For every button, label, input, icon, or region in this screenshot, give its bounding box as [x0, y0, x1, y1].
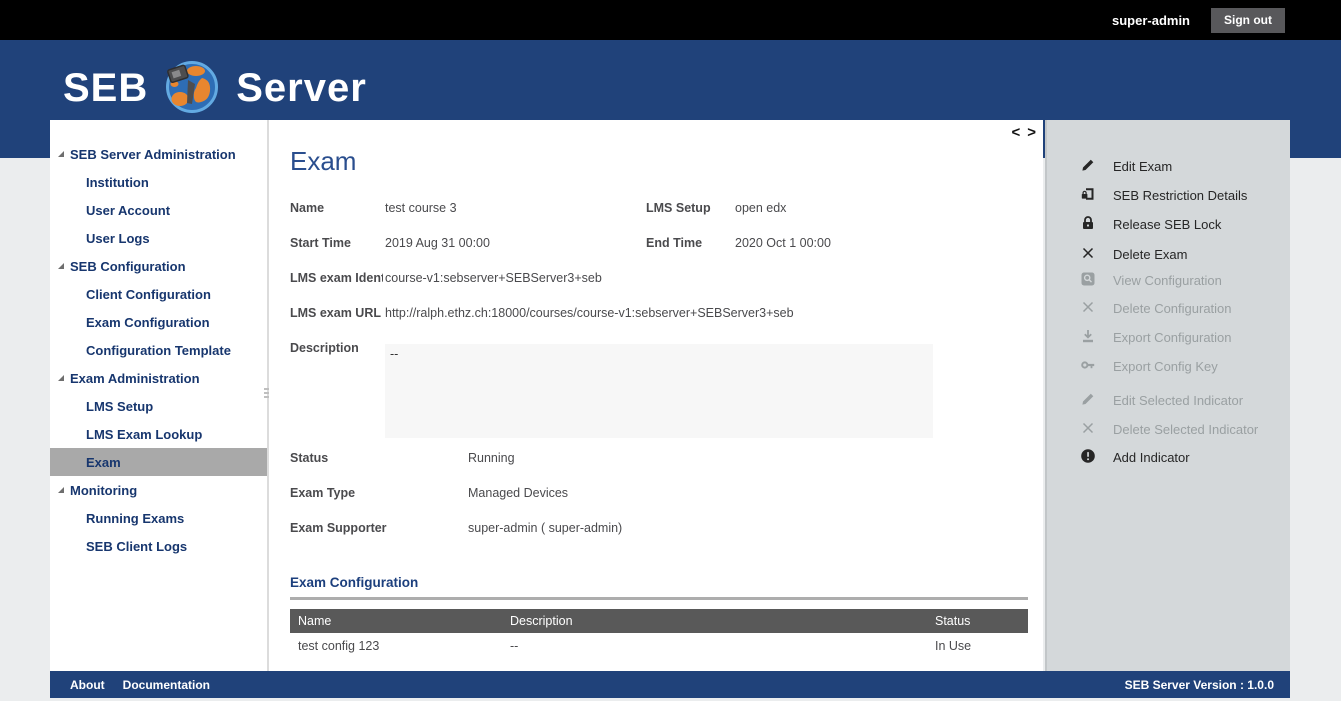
logo-text-seb: SEB: [63, 68, 148, 108]
sidebar-item-seb-server-administration[interactable]: SEB Server Administration: [50, 140, 267, 168]
sidebar-item-monitoring[interactable]: Monitoring: [50, 476, 267, 504]
config-table-header: Name Description Status: [290, 609, 1028, 633]
view-configuration-action: View Configuration: [1047, 266, 1290, 294]
name-value: test course 3: [385, 201, 457, 215]
globe-projector-icon: [164, 58, 220, 119]
lms-exam-identifier-label: LMS exam Identifier: [290, 271, 383, 285]
documentation-link[interactable]: Documentation: [123, 678, 210, 692]
column-header-description: Description: [510, 609, 573, 633]
version-text: SEB Server Version : 1.0.0: [1125, 678, 1274, 692]
config-description-cell: --: [510, 633, 518, 659]
sidebar-item-user-account[interactable]: User Account: [50, 196, 267, 224]
exam-supporter-value: super-admin ( super-admin): [468, 521, 622, 535]
edit-exam-action[interactable]: Edit Exam: [1047, 152, 1290, 180]
status-value: Running: [468, 451, 515, 465]
config-name-cell: test config 123: [298, 633, 379, 659]
lms-exam-url-label: LMS exam URL: [290, 306, 383, 320]
sign-out-button[interactable]: Sign out: [1211, 8, 1285, 33]
start-time-label: Start Time: [290, 236, 351, 250]
sidebar-item-client-configuration[interactable]: Client Configuration: [50, 280, 267, 308]
pencil-icon: [1080, 391, 1096, 410]
tree-expand-icon[interactable]: [58, 151, 64, 157]
lms-exam-identifier-value: course-v1:sebserver+SEBServer3+seb: [385, 271, 602, 285]
lock-icon: [1080, 215, 1096, 234]
exam-supporter-label: Exam Supporter: [290, 521, 387, 535]
sidebar-item-seb-configuration[interactable]: SEB Configuration: [50, 252, 267, 280]
export-config-key-action: Export Config Key: [1047, 352, 1290, 380]
sidebar-item-running-exams[interactable]: Running Exams: [50, 504, 267, 532]
seb-restriction-details-action[interactable]: SEB Restriction Details: [1047, 181, 1290, 209]
sidebar-item-lms-exam-lookup[interactable]: LMS Exam Lookup: [50, 420, 267, 448]
lms-exam-url-value: http://ralph.ethz.ch:18000/courses/cours…: [385, 306, 794, 320]
status-label: Status: [290, 451, 328, 465]
delete-selected-indicator-action: Delete Selected Indicator: [1047, 415, 1290, 443]
sidebar-item-configuration-template[interactable]: Configuration Template: [50, 336, 267, 364]
tree-expand-icon[interactable]: [58, 263, 64, 269]
top-bar: super-admin Sign out: [0, 0, 1341, 40]
about-link[interactable]: About: [70, 678, 105, 692]
x-icon: [1080, 245, 1096, 264]
sidebar-item-exam[interactable]: Exam: [50, 448, 267, 476]
column-header-name: Name: [298, 609, 331, 633]
x-icon: [1080, 420, 1096, 439]
release-seb-lock-action[interactable]: Release SEB Lock: [1047, 210, 1290, 238]
x-icon: [1080, 299, 1096, 318]
sidebar-item-exam-configuration[interactable]: Exam Configuration: [50, 308, 267, 336]
description-label: Description: [290, 341, 359, 355]
tree-expand-icon[interactable]: [58, 375, 64, 381]
page-navigation: < >: [1011, 125, 1036, 140]
section-divider: [290, 597, 1028, 600]
end-time-label: End Time: [646, 236, 702, 250]
config-status-cell: In Use: [935, 633, 971, 659]
start-time-value: 2019 Aug 31 00:00: [385, 236, 490, 250]
key-icon: [1080, 357, 1096, 376]
column-header-status: Status: [935, 609, 970, 633]
page-back-icon[interactable]: <: [1011, 125, 1020, 140]
download-icon: [1080, 328, 1096, 347]
restriction-lock-icon: [1080, 186, 1096, 205]
exam-type-value: Managed Devices: [468, 486, 568, 500]
edit-selected-indicator-action: Edit Selected Indicator: [1047, 386, 1290, 414]
sidebar-item-lms-setup[interactable]: LMS Setup: [50, 392, 267, 420]
exclamation-circle-icon: [1080, 448, 1096, 467]
magnifier-icon: [1080, 271, 1096, 290]
exam-configuration-heading: Exam Configuration: [290, 575, 418, 590]
delete-configuration-action: Delete Configuration: [1047, 294, 1290, 322]
export-configuration-action: Export Configuration: [1047, 323, 1290, 351]
page-forward-icon[interactable]: >: [1027, 125, 1036, 140]
lms-setup-label: LMS Setup: [646, 201, 711, 215]
footer-bar: About Documentation SEB Server Version :…: [50, 671, 1290, 698]
exam-type-label: Exam Type: [290, 486, 355, 500]
action-panel: Edit Exam SEB Restriction Details Releas…: [1045, 120, 1290, 671]
name-label: Name: [290, 201, 324, 215]
sidebar-item-exam-administration[interactable]: Exam Administration: [50, 364, 267, 392]
pencil-icon: [1080, 157, 1096, 176]
add-indicator-action[interactable]: Add Indicator: [1047, 443, 1290, 471]
sidebar-item-institution[interactable]: Institution: [50, 168, 267, 196]
exam-detail-panel: < > Exam Name test course 3 LMS Setup op…: [269, 120, 1043, 671]
sidebar-item-user-logs[interactable]: User Logs: [50, 224, 267, 252]
app-logo: SEB Server: [63, 56, 367, 120]
end-time-value: 2020 Oct 1 00:00: [735, 236, 831, 250]
navigation-sidebar: SEB Server Administration Institution Us…: [50, 120, 267, 671]
lms-setup-value: open edx: [735, 201, 786, 215]
logged-in-username: super-admin: [1112, 13, 1190, 28]
tree-expand-icon[interactable]: [58, 487, 64, 493]
config-table-row[interactable]: test config 123 -- In Use: [290, 633, 1028, 659]
page-title: Exam: [290, 146, 356, 177]
delete-exam-action[interactable]: Delete Exam: [1047, 240, 1290, 268]
sidebar-item-seb-client-logs[interactable]: SEB Client Logs: [50, 532, 267, 560]
description-field: --: [385, 344, 933, 438]
logo-text-server: Server: [236, 68, 367, 108]
